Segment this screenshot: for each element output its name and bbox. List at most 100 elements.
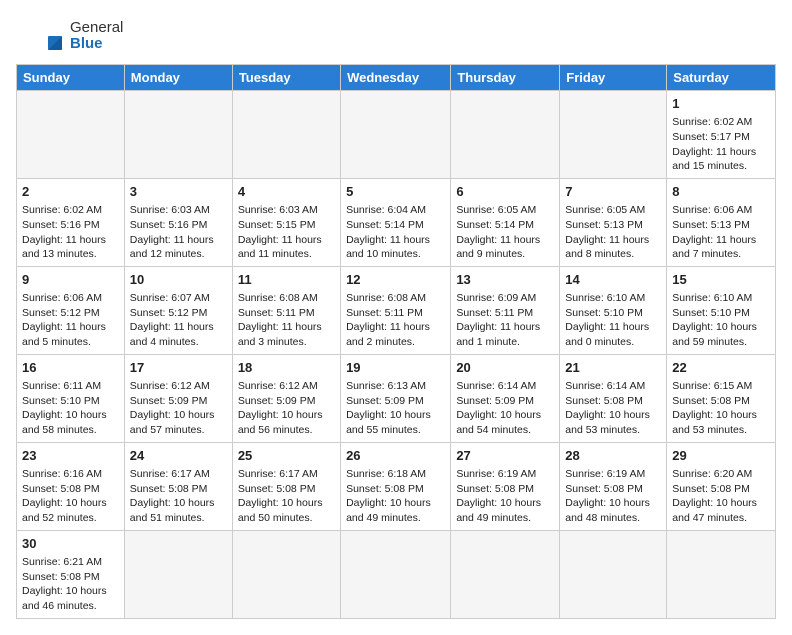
weekday-header-tuesday: Tuesday xyxy=(232,65,340,91)
day-info: Sunrise: 6:14 AM Sunset: 5:08 PM Dayligh… xyxy=(565,379,661,438)
logo: General Blue xyxy=(16,16,123,56)
day-number: 8 xyxy=(672,183,770,201)
calendar-cell xyxy=(17,91,125,179)
calendar-cell: 9 Sunrise: 6:06 AM Sunset: 5:12 PM Daylig… xyxy=(17,266,125,354)
calendar-cell: 17 Sunrise: 6:12 AM Sunset: 5:09 PM Dayli… xyxy=(124,354,232,442)
day-info: Sunrise: 6:19 AM Sunset: 5:08 PM Dayligh… xyxy=(456,467,554,526)
calendar-week-3: 9 Sunrise: 6:06 AM Sunset: 5:12 PM Daylig… xyxy=(17,266,776,354)
calendar-cell: 4 Sunrise: 6:03 AM Sunset: 5:15 PM Daylig… xyxy=(232,178,340,266)
day-number: 26 xyxy=(346,447,445,465)
calendar-week-6: 30Sunrise: 6:21 AM Sunset: 5:08 PM Dayli… xyxy=(17,530,776,618)
day-info: Sunrise: 6:02 AM Sunset: 5:16 PM Dayligh… xyxy=(22,203,119,262)
calendar-cell xyxy=(341,530,451,618)
day-info: Sunrise: 6:07 AM Sunset: 5:12 PM Dayligh… xyxy=(130,291,227,350)
day-number: 27 xyxy=(456,447,554,465)
day-number: 28 xyxy=(565,447,661,465)
calendar-cell: 11 Sunrise: 6:08 AM Sunset: 5:11 PM Dayli… xyxy=(232,266,340,354)
calendar-cell: 24 Sunrise: 6:17 AM Sunset: 5:08 PM Dayli… xyxy=(124,442,232,530)
day-number: 18 xyxy=(238,359,335,377)
day-number: 16 xyxy=(22,359,119,377)
day-number: 3 xyxy=(130,183,227,201)
day-info: Sunrise: 6:11 AM Sunset: 5:10 PM Dayligh… xyxy=(22,379,119,438)
day-number: 9 xyxy=(22,271,119,289)
weekday-header-monday: Monday xyxy=(124,65,232,91)
calendar-cell: 8 Sunrise: 6:06 AM Sunset: 5:13 PM Daylig… xyxy=(667,178,776,266)
logo-svg xyxy=(16,16,66,56)
calendar-cell: 1 Sunrise: 6:02 AM Sunset: 5:17 PM Daylig… xyxy=(667,91,776,179)
day-number: 22 xyxy=(672,359,770,377)
calendar-cell: 27 Sunrise: 6:19 AM Sunset: 5:08 PM Dayli… xyxy=(451,442,560,530)
logo-text-block: General Blue xyxy=(70,20,123,53)
calendar-cell: 30Sunrise: 6:21 AM Sunset: 5:08 PM Dayli… xyxy=(17,530,125,618)
calendar-cell: 16 Sunrise: 6:11 AM Sunset: 5:10 PM Dayli… xyxy=(17,354,125,442)
calendar-cell: 12 Sunrise: 6:08 AM Sunset: 5:11 PM Dayli… xyxy=(341,266,451,354)
day-number: 29 xyxy=(672,447,770,465)
calendar-cell: 19 Sunrise: 6:13 AM Sunset: 5:09 PM Dayli… xyxy=(341,354,451,442)
day-number: 17 xyxy=(130,359,227,377)
day-info: Sunrise: 6:08 AM Sunset: 5:11 PM Dayligh… xyxy=(238,291,335,350)
day-info: Sunrise: 6:03 AM Sunset: 5:15 PM Dayligh… xyxy=(238,203,335,262)
calendar-week-5: 23Sunrise: 6:16 AM Sunset: 5:08 PM Dayli… xyxy=(17,442,776,530)
calendar-cell xyxy=(124,530,232,618)
calendar-cell xyxy=(232,530,340,618)
calendar-cell xyxy=(451,530,560,618)
calendar-table: SundayMondayTuesdayWednesdayThursdayFrid… xyxy=(16,64,776,619)
calendar-cell: 15 Sunrise: 6:10 AM Sunset: 5:10 PM Dayli… xyxy=(667,266,776,354)
calendar-cell xyxy=(560,530,667,618)
day-info: Sunrise: 6:12 AM Sunset: 5:09 PM Dayligh… xyxy=(238,379,335,438)
calendar-cell xyxy=(451,91,560,179)
calendar-week-1: 1 Sunrise: 6:02 AM Sunset: 5:17 PM Daylig… xyxy=(17,91,776,179)
calendar-week-2: 2 Sunrise: 6:02 AM Sunset: 5:16 PM Daylig… xyxy=(17,178,776,266)
calendar-cell: 7Sunrise: 6:05 AM Sunset: 5:13 PM Daylig… xyxy=(560,178,667,266)
day-number: 19 xyxy=(346,359,445,377)
day-number: 21 xyxy=(565,359,661,377)
calendar-cell: 18 Sunrise: 6:12 AM Sunset: 5:09 PM Dayli… xyxy=(232,354,340,442)
day-info: Sunrise: 6:03 AM Sunset: 5:16 PM Dayligh… xyxy=(130,203,227,262)
calendar-cell: 23Sunrise: 6:16 AM Sunset: 5:08 PM Dayli… xyxy=(17,442,125,530)
calendar-cell: 28Sunrise: 6:19 AM Sunset: 5:08 PM Dayli… xyxy=(560,442,667,530)
weekday-header-friday: Friday xyxy=(560,65,667,91)
day-info: Sunrise: 6:06 AM Sunset: 5:12 PM Dayligh… xyxy=(22,291,119,350)
day-info: Sunrise: 6:17 AM Sunset: 5:08 PM Dayligh… xyxy=(130,467,227,526)
day-number: 1 xyxy=(672,95,770,113)
day-info: Sunrise: 6:20 AM Sunset: 5:08 PM Dayligh… xyxy=(672,467,770,526)
calendar-cell: 3 Sunrise: 6:03 AM Sunset: 5:16 PM Daylig… xyxy=(124,178,232,266)
logo-general: General xyxy=(70,19,123,36)
day-info: Sunrise: 6:06 AM Sunset: 5:13 PM Dayligh… xyxy=(672,203,770,262)
weekday-header-row: SundayMondayTuesdayWednesdayThursdayFrid… xyxy=(17,65,776,91)
day-info: Sunrise: 6:08 AM Sunset: 5:11 PM Dayligh… xyxy=(346,291,445,350)
calendar-cell: 29 Sunrise: 6:20 AM Sunset: 5:08 PM Dayli… xyxy=(667,442,776,530)
day-number: 15 xyxy=(672,271,770,289)
day-number: 11 xyxy=(238,271,335,289)
calendar-cell: 22 Sunrise: 6:15 AM Sunset: 5:08 PM Dayli… xyxy=(667,354,776,442)
day-info: Sunrise: 6:18 AM Sunset: 5:08 PM Dayligh… xyxy=(346,467,445,526)
day-info: Sunrise: 6:05 AM Sunset: 5:13 PM Dayligh… xyxy=(565,203,661,262)
day-info: Sunrise: 6:10 AM Sunset: 5:10 PM Dayligh… xyxy=(672,291,770,350)
day-info: Sunrise: 6:15 AM Sunset: 5:08 PM Dayligh… xyxy=(672,379,770,438)
calendar-cell xyxy=(124,91,232,179)
day-info: Sunrise: 6:13 AM Sunset: 5:09 PM Dayligh… xyxy=(346,379,445,438)
calendar-cell: 14Sunrise: 6:10 AM Sunset: 5:10 PM Dayli… xyxy=(560,266,667,354)
day-number: 24 xyxy=(130,447,227,465)
calendar-cell: 25Sunrise: 6:17 AM Sunset: 5:08 PM Dayli… xyxy=(232,442,340,530)
day-number: 5 xyxy=(346,183,445,201)
day-info: Sunrise: 6:02 AM Sunset: 5:17 PM Dayligh… xyxy=(672,115,770,174)
calendar-cell xyxy=(341,91,451,179)
calendar-cell: 2 Sunrise: 6:02 AM Sunset: 5:16 PM Daylig… xyxy=(17,178,125,266)
page-header: General Blue xyxy=(16,16,776,56)
day-info: Sunrise: 6:17 AM Sunset: 5:08 PM Dayligh… xyxy=(238,467,335,526)
day-number: 6 xyxy=(456,183,554,201)
calendar-cell: 26 Sunrise: 6:18 AM Sunset: 5:08 PM Dayli… xyxy=(341,442,451,530)
day-number: 23 xyxy=(22,447,119,465)
weekday-header-sunday: Sunday xyxy=(17,65,125,91)
day-number: 12 xyxy=(346,271,445,289)
calendar-cell xyxy=(667,530,776,618)
calendar-cell: 13Sunrise: 6:09 AM Sunset: 5:11 PM Dayli… xyxy=(451,266,560,354)
calendar-cell xyxy=(232,91,340,179)
day-number: 20 xyxy=(456,359,554,377)
day-number: 2 xyxy=(22,183,119,201)
day-number: 4 xyxy=(238,183,335,201)
day-number: 14 xyxy=(565,271,661,289)
day-info: Sunrise: 6:12 AM Sunset: 5:09 PM Dayligh… xyxy=(130,379,227,438)
calendar-cell: 6Sunrise: 6:05 AM Sunset: 5:14 PM Daylig… xyxy=(451,178,560,266)
